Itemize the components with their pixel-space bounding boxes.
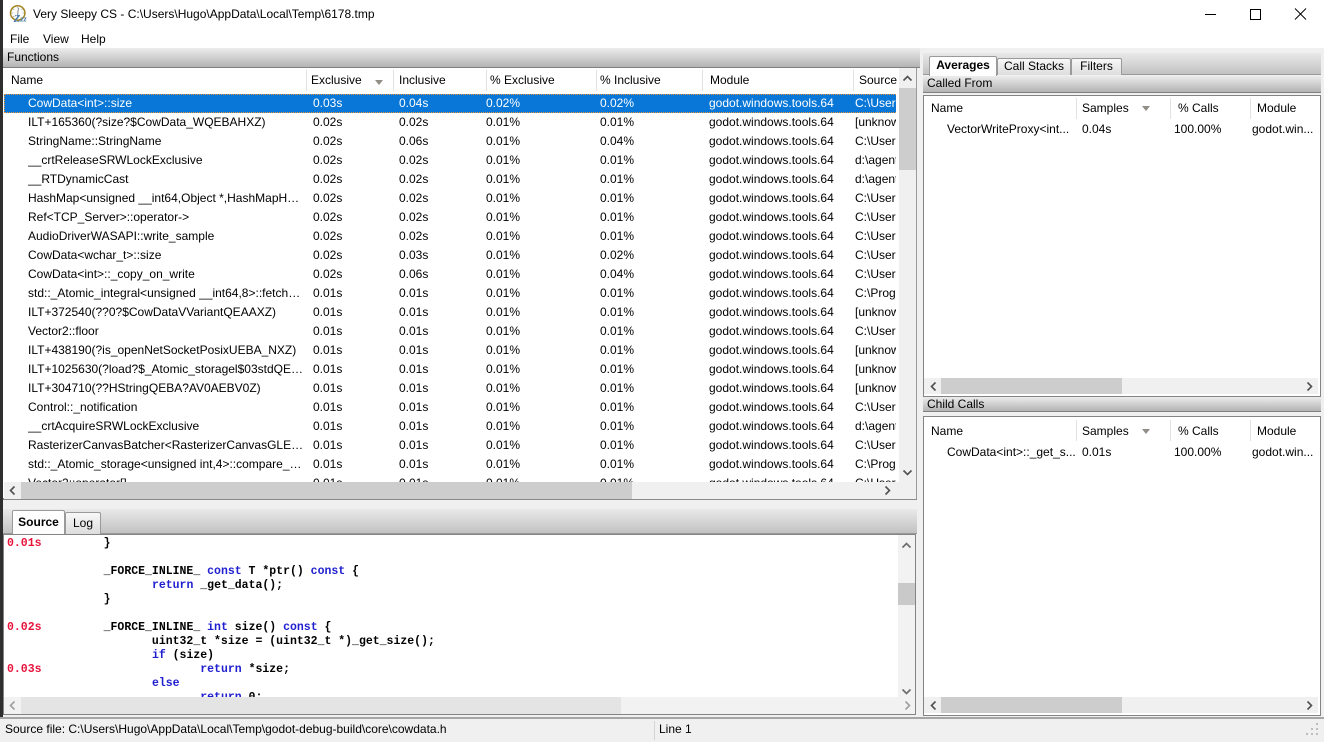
svg-text:Zzz: Zzz	[13, 13, 27, 23]
